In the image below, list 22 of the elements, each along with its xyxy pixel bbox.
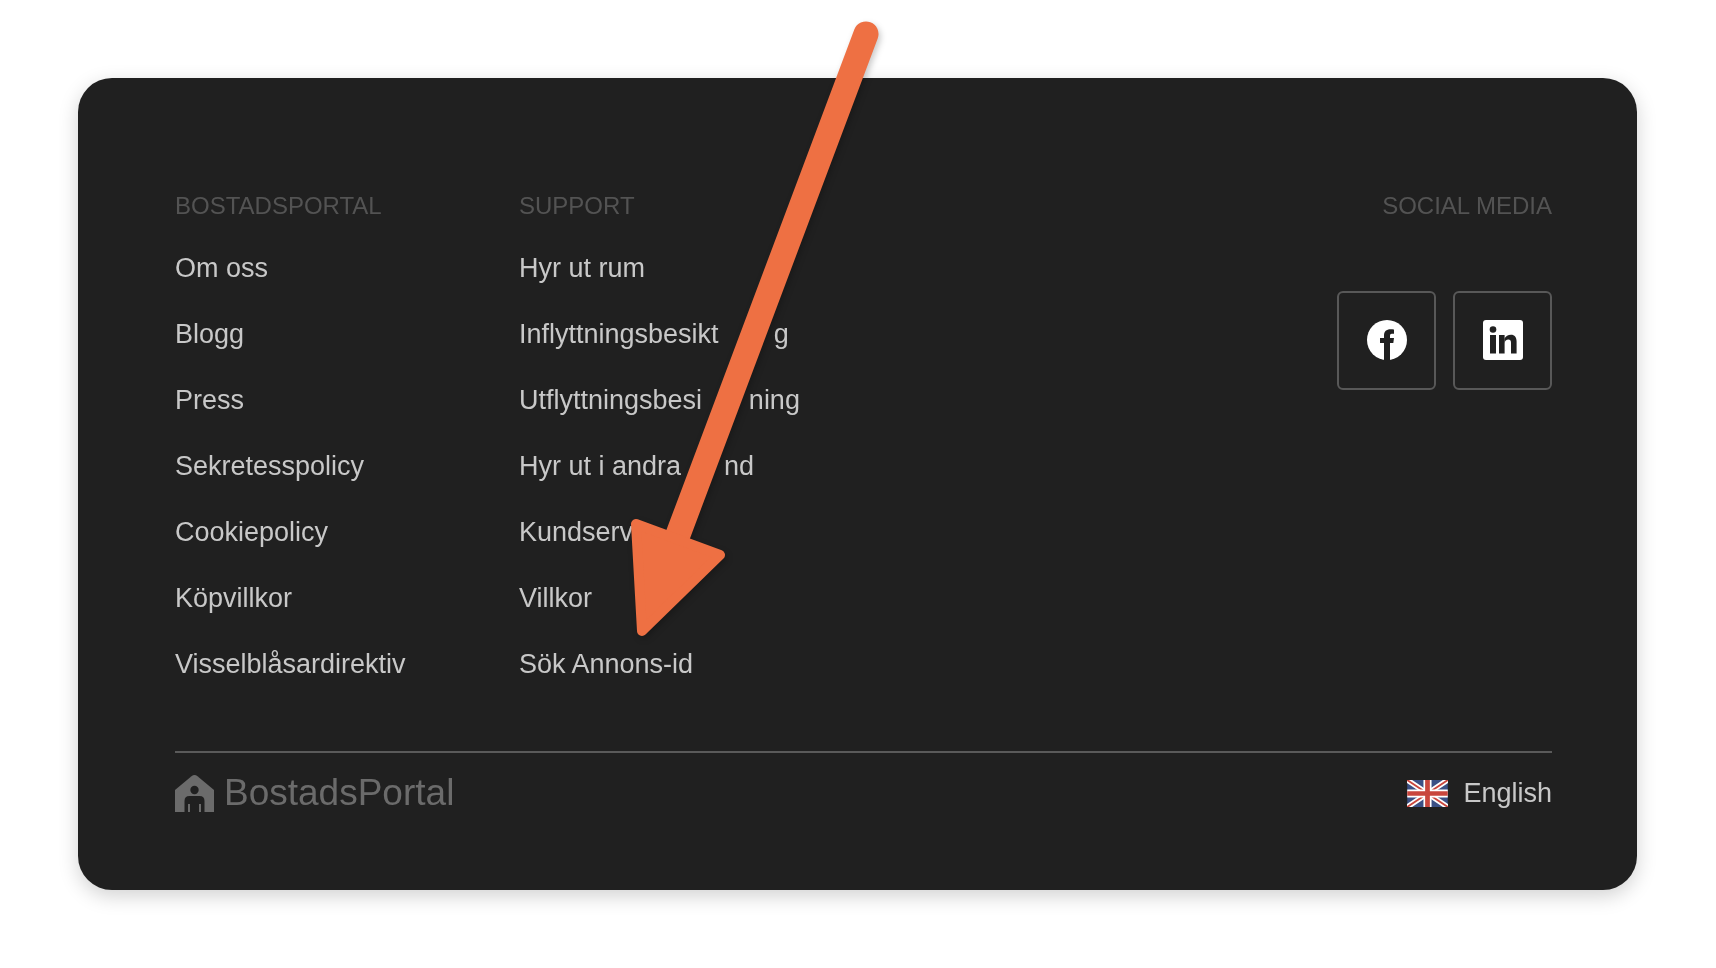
linkedin-button[interactable] bbox=[1453, 290, 1552, 390]
footer-link[interactable]: Sekretesspolicy bbox=[175, 450, 365, 482]
facebook-icon bbox=[1366, 320, 1407, 360]
footer-link[interactable]: Villkor bbox=[519, 582, 593, 614]
footer-link[interactable]: Kundserv bbox=[519, 516, 634, 548]
footer-link[interactable]: Hyr ut i andra nd bbox=[519, 450, 755, 482]
logo-text: BostadsPortal bbox=[224, 773, 455, 813]
language-button[interactable]: English bbox=[1407, 777, 1552, 809]
house-logo-icon bbox=[175, 774, 214, 812]
facebook-button[interactable] bbox=[1337, 290, 1436, 390]
flag-icon bbox=[1407, 779, 1449, 807]
footer-link[interactable]: Visselblåsardirektiv bbox=[175, 648, 406, 680]
footer-link[interactable]: Press bbox=[175, 384, 245, 416]
footer-link[interactable]: Cookiepolicy bbox=[175, 516, 329, 548]
footer-link[interactable]: Blogg bbox=[175, 318, 245, 350]
footer-link[interactable]: Om oss bbox=[175, 252, 268, 284]
footer-link[interactable]: Sök Annons-id bbox=[519, 648, 694, 680]
linkedin-icon bbox=[1482, 320, 1523, 360]
footer-link[interactable]: Inflyttningsbesikt g bbox=[519, 318, 789, 350]
footer-link[interactable]: Utflyttningsbesi ning bbox=[519, 384, 800, 416]
footer-link[interactable]: Köpvillkor bbox=[175, 582, 293, 614]
footer-link[interactable]: Hyr ut rum bbox=[519, 252, 645, 284]
